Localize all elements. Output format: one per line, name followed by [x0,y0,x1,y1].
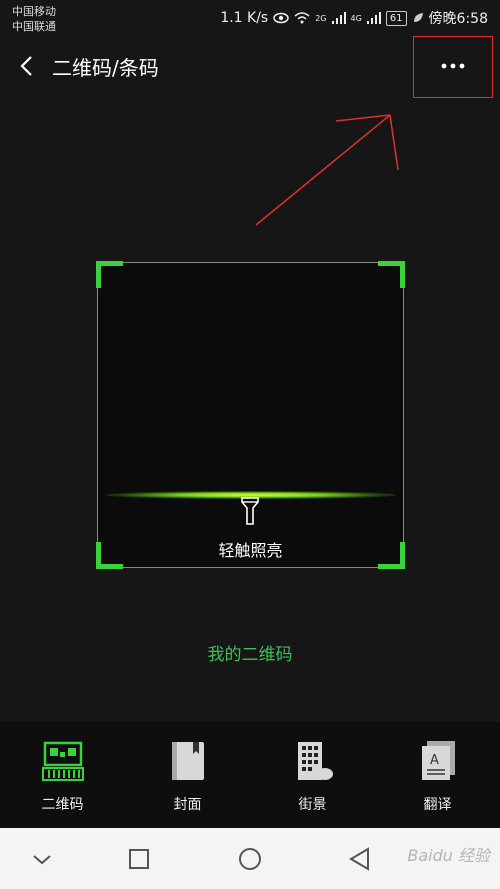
signal-bars-icon [366,12,381,24]
tab-street-view[interactable]: 街景 [250,722,375,828]
qr-code-icon [42,741,84,781]
tab-qr-code[interactable]: 二维码 [0,722,125,828]
annotation-highlight-box [413,36,493,98]
system-nav-bar: Baidu 经验 [0,828,500,889]
wifi-icon [294,12,310,24]
tab-label: 翻译 [423,797,452,813]
tab-label: 封面 [173,797,202,813]
signal-1-label: 2G [315,13,327,23]
status-indicators: 1.1 K/s 2G 4G 61 傍晚6:58 [220,8,488,28]
leaf-icon [413,13,423,22]
my-qr-code-link[interactable]: 我的二维码 [0,640,500,665]
viewfinder-corner [96,261,123,288]
scan-mode-tab-bar: 二维码 封面 街景 A 翻译 [0,722,500,828]
book-cover-icon [172,742,204,780]
carrier-1: 中国移动 [12,5,56,18]
network-speed: 1.1 K/s [220,10,269,26]
eye-icon [273,12,289,24]
signal-bars-icon [331,12,346,24]
flashlight-icon[interactable] [240,496,260,526]
street-view-icon [298,742,333,780]
svg-text:A: A [430,753,439,768]
recent-apps-icon[interactable] [124,844,154,874]
tab-cover[interactable]: 封面 [125,722,250,828]
tab-label: 二维码 [41,797,84,813]
status-bar: 中国移动 中国联通 1.1 K/s 2G 4G 61 傍晚6:58 [0,0,500,36]
annotation-arrow-icon [255,114,399,226]
back-arrow-icon [20,56,32,76]
back-button[interactable] [10,50,42,82]
clock: 傍晚6:58 [428,11,488,27]
tab-translate[interactable]: A 翻译 [375,722,500,828]
battery-indicator: 61 [385,10,407,26]
page-title: 二维码/条码 [52,56,159,80]
scan-viewfinder: 轻触照亮 [96,261,405,569]
tab-label: 街景 [298,797,327,813]
torch-label[interactable]: 轻触照亮 [98,537,403,561]
viewfinder-corner [378,261,405,288]
home-icon[interactable] [235,844,265,874]
carrier-2: 中国联通 [12,20,56,33]
back-triangle-icon[interactable] [345,844,375,874]
translate-icon: A [422,741,455,780]
chevron-down-icon[interactable] [27,844,57,874]
signal-2-label: 4G [350,13,362,23]
baidu-watermark: Baidu 经验 [407,846,490,865]
